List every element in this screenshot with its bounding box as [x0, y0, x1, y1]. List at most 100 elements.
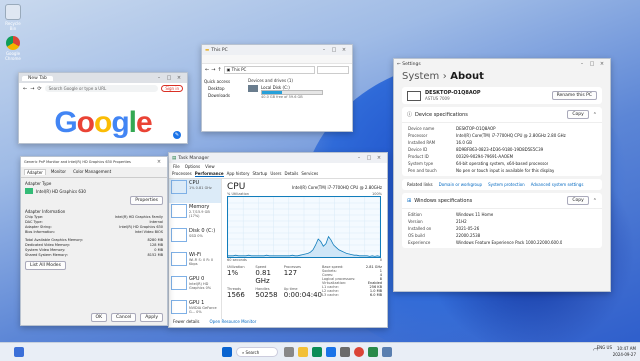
- back-icon[interactable]: ←: [397, 62, 401, 67]
- devices-section-header[interactable]: Devices and drives (1): [248, 78, 350, 83]
- chrome-taskbar-icon[interactable]: [354, 347, 364, 357]
- sign-in-button[interactable]: Sign in: [161, 85, 183, 92]
- display-properties-taskbar-icon[interactable]: [382, 347, 392, 357]
- cpu-stat: Processes 127: [284, 265, 322, 285]
- link-system-protection[interactable]: System protection: [488, 182, 525, 187]
- perf-sidebar-item[interactable]: CPU 1% 0.81 GHz: [169, 179, 221, 203]
- perf-sidebar-item[interactable]: Disk 0 (C:) SSD 0%: [169, 227, 221, 251]
- ok-button[interactable]: OK: [90, 313, 108, 322]
- taskmgr-titlebar: ▤ Task Manager – □ ×: [169, 153, 387, 163]
- maximize-icon[interactable]: □: [164, 75, 174, 81]
- nav-desktop[interactable]: Desktop: [204, 85, 244, 92]
- taskmgr-menu-item[interactable]: Options: [185, 164, 200, 169]
- customize-chrome-icon[interactable]: ✎: [173, 131, 181, 139]
- taskmgr-tab[interactable]: App history: [227, 171, 250, 177]
- chevron-up-icon[interactable]: ⌃: [593, 198, 597, 204]
- weather-widget-icon[interactable]: [14, 347, 24, 357]
- taskmgr-tab[interactable]: Processes: [172, 171, 192, 177]
- spec-row-key: Processor: [408, 133, 428, 138]
- perf-item-sub: NVIDIA GeForce G... 0%: [189, 306, 217, 314]
- props-tab[interactable]: Adapter: [24, 169, 46, 175]
- chevron-up-icon[interactable]: ⌃: [593, 112, 597, 118]
- minimize-icon[interactable]: –: [354, 155, 364, 161]
- close-icon[interactable]: ×: [374, 155, 384, 161]
- store-icon[interactable]: [326, 347, 336, 357]
- taskmgr-tab[interactable]: Services: [301, 171, 318, 177]
- nav-downloads[interactable]: Downloads: [204, 92, 244, 99]
- recycle-bin-icon[interactable]: Recycle Bin: [2, 4, 24, 31]
- language-label: ENG US: [596, 345, 612, 350]
- taskmgr-menu-item[interactable]: File: [173, 164, 180, 169]
- taskmgr-menu-item[interactable]: View: [205, 164, 215, 169]
- forward-icon[interactable]: →: [211, 67, 215, 73]
- forward-icon[interactable]: →: [30, 86, 34, 92]
- props-buttons: OK Cancel Apply: [90, 313, 163, 322]
- language-indicator[interactable]: ENG US: [597, 345, 612, 351]
- perf-sidebar-item[interactable]: Memory 2.7/15.9 GB (17%): [169, 203, 221, 227]
- link-domain[interactable]: Domain or workgroup: [439, 182, 482, 187]
- maximize-icon[interactable]: □: [587, 61, 597, 67]
- up-icon[interactable]: ↑: [217, 67, 221, 73]
- minimize-icon[interactable]: –: [577, 61, 587, 67]
- task-manager-taskbar-icon[interactable]: [368, 347, 378, 357]
- maximize-icon[interactable]: □: [364, 155, 374, 161]
- wifi-icon[interactable]: ◠: [593, 347, 598, 354]
- cpu-stat: Utilization 1%: [227, 265, 255, 285]
- chrome-desktop-icon[interactable]: Google Chrome: [2, 36, 24, 61]
- fewer-details-link[interactable]: Fewer details: [173, 319, 200, 324]
- taskmgr-tab[interactable]: Performance: [194, 171, 224, 177]
- chrome-tab[interactable]: New Tab: [22, 75, 53, 81]
- cancel-button[interactable]: Cancel: [111, 313, 137, 322]
- nav-quick-access[interactable]: Quick access: [204, 78, 244, 85]
- spec-row: Installed RAM 16.0 GB: [402, 139, 602, 146]
- address-bar[interactable]: Search Google or type a URL: [44, 85, 159, 92]
- taskmgr-tab[interactable]: Startup: [252, 171, 267, 177]
- clock[interactable]: 10:47 AM 2024-09-27: [613, 346, 636, 358]
- minimize-icon[interactable]: –: [154, 75, 164, 81]
- props-tab[interactable]: Color Management: [71, 169, 113, 175]
- spec-row-value: 64-bit operating system, x64-based proce…: [456, 161, 549, 166]
- adapter-properties-button[interactable]: Properties: [130, 196, 163, 205]
- perf-sidebar-item[interactable]: Wi-Fi Wi-Fi S: 0 R: 0 Kbps: [169, 251, 221, 275]
- breadcrumb-system[interactable]: System: [402, 71, 439, 82]
- graph-min: 0: [379, 258, 382, 262]
- copy-windows-button[interactable]: Copy: [567, 196, 589, 205]
- close-icon[interactable]: ×: [154, 159, 164, 165]
- reload-icon[interactable]: ⟳: [37, 86, 41, 92]
- taskmgr-tab[interactable]: Details: [285, 171, 299, 177]
- back-icon[interactable]: ←: [205, 67, 209, 73]
- link-advanced-settings[interactable]: Advanced system settings: [531, 182, 584, 187]
- rename-pc-button[interactable]: Rename this PC: [551, 91, 597, 100]
- explorer-search-input[interactable]: [317, 66, 349, 74]
- file-explorer-taskbar-icon[interactable]: [298, 347, 308, 357]
- adapter-memory-row-key: Shared System Memory:: [25, 252, 68, 257]
- close-icon[interactable]: ×: [174, 75, 184, 81]
- settings-taskbar-icon[interactable]: [340, 347, 350, 357]
- props-tab[interactable]: Monitor: [49, 169, 68, 175]
- start-icon[interactable]: [222, 347, 232, 357]
- task-view-icon[interactable]: [284, 347, 294, 357]
- device-card: DESKTOP-O1Q8AOP ASTUS 7009 Rename this P…: [402, 87, 602, 104]
- drive-item[interactable]: Local Disk (C:) 40.0 GB free of 59.6 GB: [248, 85, 350, 99]
- close-icon[interactable]: ×: [597, 61, 607, 67]
- apply-button[interactable]: Apply: [140, 313, 163, 322]
- adapter-memory-row-value: 0 MB: [154, 247, 163, 252]
- win-spec-row: Experience Windows Feature Experience Pac…: [402, 239, 602, 246]
- path-box[interactable]: ▣ This PC: [223, 66, 315, 74]
- google-logo: Google: [54, 106, 152, 139]
- close-icon[interactable]: ×: [339, 47, 349, 53]
- taskbar-search[interactable]: ⌕ Search: [236, 347, 278, 357]
- list-all-modes-button[interactable]: List All Modes: [25, 261, 66, 270]
- minimize-icon[interactable]: –: [319, 47, 329, 53]
- back-icon[interactable]: ←: [23, 86, 27, 92]
- adapter-properties-dialog: Generic PnP Monitor and Intel(R) HD Grap…: [20, 156, 168, 326]
- win-spec-row-key: OS build: [408, 233, 425, 238]
- laptop-icon: [407, 90, 421, 101]
- maximize-icon[interactable]: □: [329, 47, 339, 53]
- resource-monitor-link[interactable]: Open Resource Monitor: [210, 319, 257, 324]
- edge-icon[interactable]: [312, 347, 322, 357]
- settings-breadcrumb: System › About: [394, 69, 610, 84]
- taskmgr-tab[interactable]: Users: [270, 171, 281, 177]
- perf-sidebar-item[interactable]: GPU 0 Intel(R) HD Graphics 0%: [169, 275, 221, 299]
- copy-specs-button[interactable]: Copy: [567, 110, 589, 119]
